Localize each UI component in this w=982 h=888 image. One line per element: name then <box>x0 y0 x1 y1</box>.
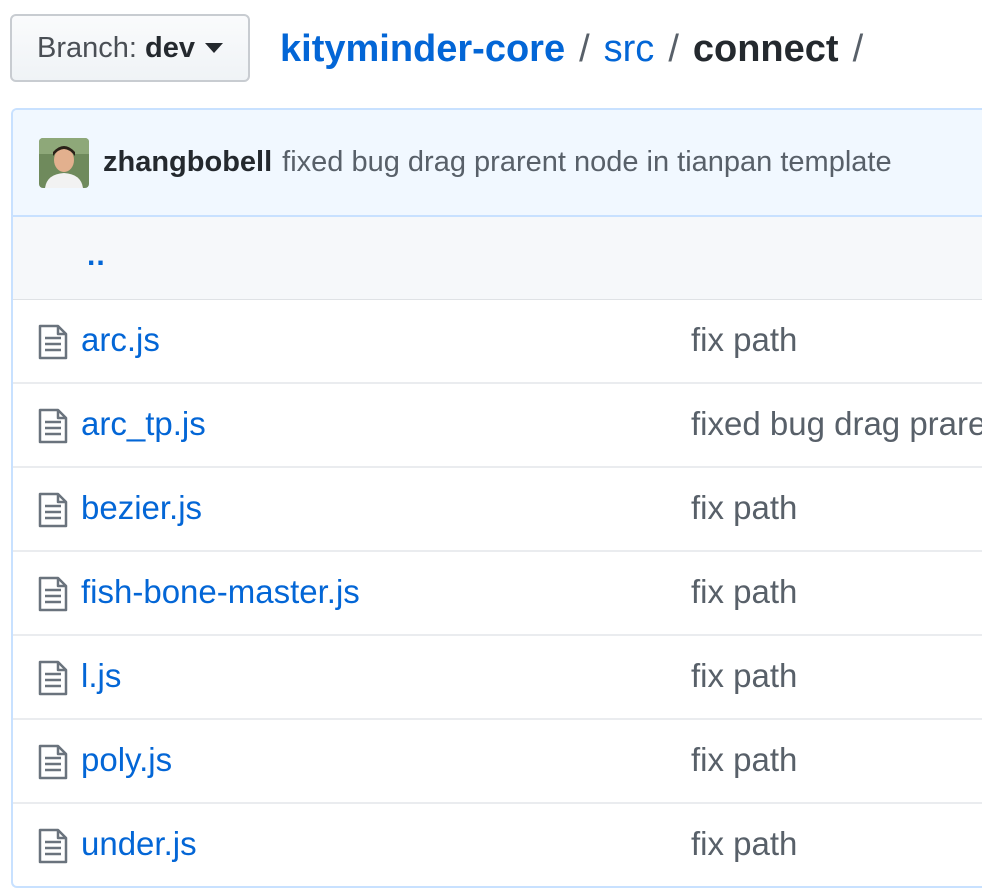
file-row: bezier.js fix path <box>13 468 982 552</box>
file-row: fish-bone-master.js fix path <box>13 552 982 636</box>
file-text-icon <box>37 744 69 788</box>
file-commit-message-link[interactable]: fixed bug drag prarent node in tianpan t… <box>691 405 982 443</box>
file-text-icon <box>37 324 69 368</box>
file-text-icon <box>37 660 69 704</box>
file-name-link[interactable]: fish-bone-master.js <box>81 573 360 611</box>
file-text-icon <box>37 576 69 620</box>
file-row: under.js fix path <box>13 804 982 886</box>
commit-message-link[interactable]: fixed bug drag prarent node in tianpan t… <box>282 146 891 179</box>
file-commit-message-link[interactable]: fix path <box>691 741 797 779</box>
file-text-icon <box>37 408 69 452</box>
breadcrumb: kityminder-core / src / connect / <box>280 22 877 76</box>
breadcrumb-separator: / <box>579 27 590 70</box>
caret-down-icon <box>204 43 223 53</box>
parent-directory-row: .. <box>13 217 982 300</box>
file-name-link[interactable]: poly.js <box>81 741 172 779</box>
breadcrumb-folder-link[interactable]: src <box>604 28 655 71</box>
file-commit-message-link[interactable]: fix path <box>691 573 797 611</box>
breadcrumb-current: connect <box>692 27 839 70</box>
file-row: poly.js fix path <box>13 720 982 804</box>
file-name-link[interactable]: l.js <box>81 657 121 695</box>
file-name-link[interactable]: under.js <box>81 825 197 863</box>
file-row: l.js fix path <box>13 636 982 720</box>
avatar[interactable] <box>39 137 89 188</box>
file-commit-message-link[interactable]: fix path <box>691 657 797 695</box>
branch-label: Branch: <box>37 31 137 64</box>
branch-select-button[interactable]: Branch: dev <box>10 14 250 82</box>
file-text-icon <box>37 492 69 536</box>
file-commit-message-link[interactable]: fix path <box>691 321 797 359</box>
file-navigation: Branch: dev kityminder-core / src / conn… <box>0 0 982 100</box>
branch-value: dev <box>144 31 195 64</box>
breadcrumb-separator: / <box>668 27 679 70</box>
breadcrumb-separator: / <box>852 27 864 70</box>
commit-author-link[interactable]: zhangbobell <box>103 146 272 179</box>
file-commit-message-link[interactable]: fix path <box>691 825 797 863</box>
file-commit-message-link[interactable]: fix path <box>691 489 797 527</box>
parent-directory-link[interactable]: .. <box>87 239 106 273</box>
file-name-link[interactable]: arc_tp.js <box>81 405 206 443</box>
file-text-icon <box>37 828 69 872</box>
latest-commit-bar: zhangbobell fixed bug drag prarent node … <box>13 110 982 217</box>
file-name-link[interactable]: bezier.js <box>81 489 202 527</box>
file-table: zhangbobell fixed bug drag prarent node … <box>11 108 982 888</box>
file-row: arc.js fix path <box>13 300 982 384</box>
file-name-link[interactable]: arc.js <box>81 321 160 359</box>
breadcrumb-repo-link[interactable]: kityminder-core <box>280 28 565 71</box>
file-row: arc_tp.js fixed bug drag prarent node in… <box>13 384 982 468</box>
